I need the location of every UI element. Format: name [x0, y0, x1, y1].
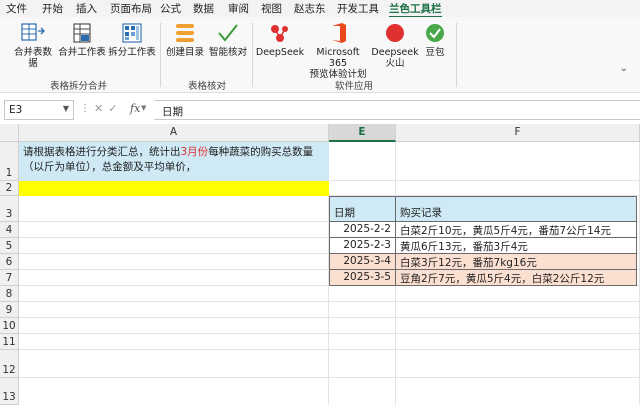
insert-function-button[interactable]: fx — [130, 102, 140, 115]
merge-sheets-button[interactable]: 合并工作表 — [58, 21, 106, 58]
chevron-down-icon[interactable]: ▼ — [63, 104, 69, 113]
tab-review[interactable]: 审阅 — [228, 1, 249, 16]
deepseek-volcano-label: Deepseek 火山 — [371, 47, 419, 69]
tab-lanse-toolbar[interactable]: 兰色工具栏 — [389, 1, 442, 18]
row-header[interactable]: 8 — [0, 286, 19, 302]
ribbon-separator — [160, 23, 161, 87]
row-header[interactable]: 4 — [0, 222, 19, 238]
deepseek-volcano-button[interactable]: Deepseek 火山 — [371, 21, 419, 69]
row-header[interactable]: 5 — [0, 238, 19, 254]
list-icon — [176, 24, 194, 42]
name-box[interactable]: E3 ▼ — [4, 100, 74, 120]
gridline — [19, 333, 640, 334]
select-all-corner[interactable] — [0, 124, 19, 142]
tab-formulas[interactable]: 公式 — [160, 1, 181, 16]
split-sheet-icon — [122, 23, 142, 43]
cell-a1-instruction[interactable]: 请根据表格进行分类汇总，统计出3月份每种蔬菜的购买总数量（以斤为单位），总金额及… — [19, 142, 329, 181]
tab-data[interactable]: 数据 — [193, 1, 214, 16]
ribbon: 合并表数据 合并工作表 拆分工作表 表格拆分合并 创建目录 智能核对 表格核对 … — [0, 17, 640, 93]
cancel-confirm-icons[interactable]: ✕✓ — [94, 102, 122, 115]
instruction-highlight: 3月份 — [180, 146, 209, 158]
chevron-down-icon[interactable]: ⌄ — [620, 63, 628, 74]
doubao-button[interactable]: 豆包 — [420, 21, 450, 58]
table-cell-record[interactable]: 白菜2斤10元，黄瓜5斤4元，番茄7公斤14元 — [396, 222, 637, 238]
instruction-text: 请根据表格进行分类汇总，统计出 — [23, 146, 181, 158]
molecule-icon — [271, 25, 288, 42]
table-header-record[interactable]: 购买记录 — [396, 196, 637, 222]
table-cell-record[interactable]: 白菜3斤12元，番茄7kg16元 — [396, 254, 637, 270]
row-header[interactable]: 2 — [0, 181, 19, 196]
merge-sheets-label: 合并工作表 — [58, 47, 106, 58]
row-header[interactable]: 9 — [0, 302, 19, 318]
gridline — [19, 301, 640, 302]
create-toc-label: 创建目录 — [165, 47, 204, 58]
gridline — [19, 377, 640, 378]
tab-page-layout[interactable]: 页面布局 — [110, 1, 152, 16]
deepseek-button[interactable]: DeepSeek — [256, 21, 304, 58]
ribbon-separator — [252, 23, 253, 87]
row-header[interactable]: 7 — [0, 270, 19, 286]
merge-table-icon — [21, 23, 45, 41]
split-sheet-label: 拆分工作表 — [108, 47, 156, 58]
table-cell-date[interactable]: 2025-2-2 — [329, 222, 396, 238]
table-cell-record[interactable]: 黄瓜6斤13元，番茄3斤4元 — [396, 238, 637, 254]
spreadsheet-grid[interactable]: A E F 1 2 3 4 5 6 7 8 9 10 11 12 13 请根据表… — [0, 124, 640, 405]
tab-home[interactable]: 开始 — [42, 1, 63, 16]
split-sheet-button[interactable]: 拆分工作表 — [108, 21, 156, 58]
cell-a2-highlight[interactable] — [19, 181, 329, 196]
smart-check-label: 智能核对 — [208, 47, 247, 58]
merge-table-data-button[interactable]: 合并表数据 — [10, 21, 56, 69]
table-cell-date[interactable]: 2025-3-4 — [329, 254, 396, 270]
microsoft-365-label: Microsoft 365 预览体验计划 — [309, 47, 367, 80]
gridline — [19, 349, 640, 350]
column-header-f[interactable]: F — [396, 124, 640, 142]
gridline — [19, 317, 640, 318]
red-circle-icon — [386, 24, 404, 42]
menu-bar: 文件 开始 插入 页面布局 公式 数据 审阅 视图 赵志东 开发工具 兰色工具栏 — [0, 0, 640, 18]
formula-bar: E3 ▼ ⋮ ✕✓ fx ▼ 日期 — [0, 100, 640, 120]
tab-insert[interactable]: 插入 — [76, 1, 97, 16]
tab-view[interactable]: 视图 — [261, 1, 282, 16]
row-header[interactable]: 11 — [0, 334, 19, 350]
office-icon — [332, 23, 346, 43]
green-check-circle-icon — [426, 24, 444, 42]
formula-input[interactable]: 日期 — [154, 100, 640, 120]
group-label-split-merge: 表格拆分合并 — [50, 81, 108, 92]
doubao-label: 豆包 — [425, 47, 445, 58]
merge-table-data-label: 合并表数据 — [13, 47, 52, 69]
table-cell-date[interactable]: 2025-2-3 — [329, 238, 396, 254]
merge-sheets-icon — [73, 23, 91, 43]
table-header-date[interactable]: 日期 — [329, 196, 396, 222]
row-header[interactable]: 3 — [0, 196, 19, 222]
tab-user[interactable]: 赵志东 — [294, 1, 326, 16]
table-cell-record[interactable]: 豆角2斤7元，黄瓜5斤4元，白菜2公斤12元 — [396, 270, 637, 286]
column-header-a[interactable]: A — [19, 124, 329, 142]
table-cell-date[interactable]: 2025-3-5 — [329, 270, 396, 286]
group-label-table-check: 表格核对 — [188, 81, 227, 92]
row-header[interactable]: 10 — [0, 318, 19, 334]
tab-developer[interactable]: 开发工具 — [337, 1, 379, 16]
create-toc-button[interactable]: 创建目录 — [164, 21, 206, 58]
column-header-e[interactable]: E — [329, 124, 396, 142]
ribbon-separator — [456, 23, 457, 87]
deepseek-label: DeepSeek — [255, 47, 305, 58]
row-header[interactable]: 6 — [0, 254, 19, 270]
tab-file[interactable]: 文件 — [6, 1, 27, 16]
chevron-down-icon[interactable]: ▼ — [141, 104, 146, 112]
checkmark-icon — [218, 24, 238, 42]
group-label-software: 软件应用 — [335, 81, 374, 92]
smart-check-button[interactable]: 智能核对 — [208, 21, 248, 58]
name-box-value: E3 — [9, 104, 23, 116]
row-header[interactable]: 12 — [0, 350, 19, 378]
more-options-icon[interactable]: ⋮ — [80, 103, 90, 114]
microsoft-365-button[interactable]: Microsoft 365 预览体验计划 — [306, 21, 370, 80]
row-header[interactable]: 1 — [0, 142, 19, 181]
row-header[interactable]: 13 — [0, 378, 19, 405]
